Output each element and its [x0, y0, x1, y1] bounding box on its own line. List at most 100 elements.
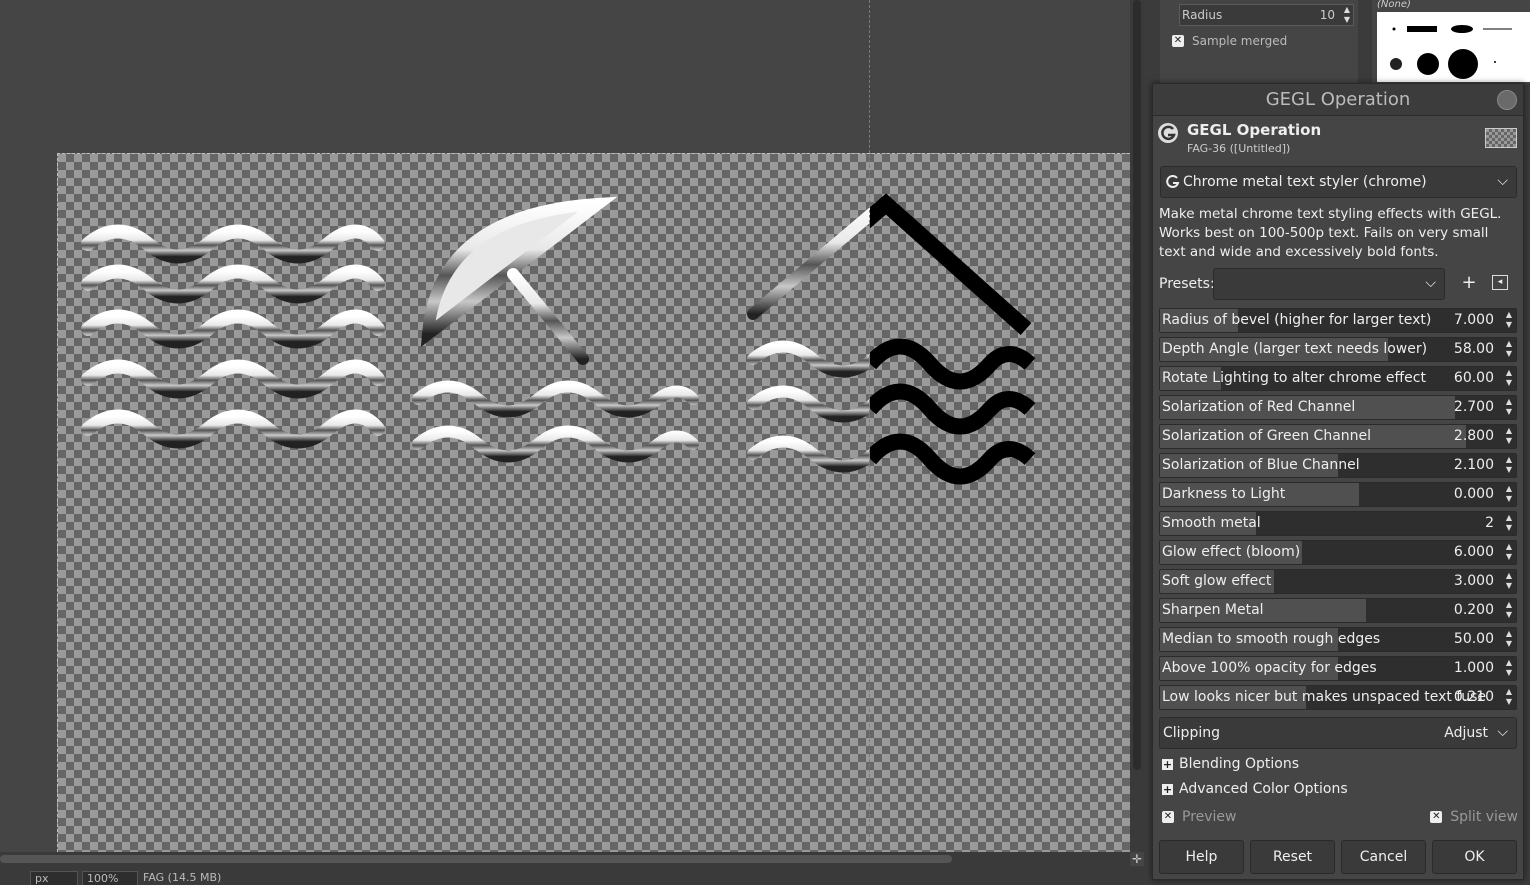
param-value[interactable]: 50.00	[1454, 631, 1494, 647]
param-label: Depth Angle (larger text needs lower)	[1162, 341, 1428, 357]
param-slider[interactable]: Glow effect (bloom) 6.000 ▲ ▼	[1159, 540, 1517, 565]
image-info: FAG (14.5 MB)	[143, 871, 222, 884]
reset-button[interactable]: Reset	[1250, 840, 1335, 874]
param-value[interactable]: 58.00	[1454, 341, 1494, 357]
radius-value[interactable]: 10	[1320, 8, 1335, 22]
param-slider[interactable]: Sharpen Metal 0.200 ▲ ▼	[1159, 598, 1517, 623]
param-slider[interactable]: Solarization of Green Channel 2.800 ▲ ▼	[1159, 424, 1517, 449]
ok-button[interactable]: OK	[1432, 840, 1517, 874]
param-slider[interactable]: Soft glow effect 3.000 ▲ ▼	[1159, 569, 1517, 594]
param-slider[interactable]: Smooth metal 2 ▲ ▼	[1159, 511, 1517, 536]
vertical-scroll-thumb[interactable]	[1133, 0, 1141, 770]
param-value[interactable]: 1.000	[1454, 660, 1494, 676]
param-label: Glow effect (bloom)	[1162, 544, 1301, 560]
brush-block[interactable]	[1407, 26, 1437, 32]
param-slider[interactable]: Radius of bevel (higher for larger text)…	[1159, 308, 1517, 333]
param-slider[interactable]: Above 100% opacity for edges 1.000 ▲ ▼	[1159, 656, 1517, 681]
param-value[interactable]: 2.800	[1454, 428, 1494, 444]
param-value[interactable]: 2	[1485, 515, 1494, 531]
operation-description: Make metal chrome text styling effects w…	[1159, 206, 1502, 260]
spin-arrows-icon[interactable]: ▲ ▼	[1506, 687, 1512, 707]
expand-plus-icon[interactable]: +	[1162, 758, 1173, 770]
param-slider[interactable]: Solarization of Blue Channel 2.100 ▲ ▼	[1159, 453, 1517, 478]
param-slider[interactable]: Low looks nicer but makes unspaced text …	[1159, 685, 1517, 710]
add-preset-icon[interactable]: +	[1459, 273, 1479, 293]
param-value[interactable]: 3.000	[1454, 573, 1494, 589]
param-value[interactable]: 2.700	[1454, 399, 1494, 415]
operation-dropdown[interactable]: Chrome metal text styler (chrome) ⌵	[1160, 166, 1517, 198]
spin-arrows-icon[interactable]: ▲ ▼	[1506, 426, 1512, 446]
cancel-button[interactable]: Cancel	[1341, 840, 1426, 874]
spin-arrows-icon[interactable]: ▲ ▼	[1506, 542, 1512, 562]
clipping-dropdown[interactable]: Clipping Adjust ⌵	[1159, 717, 1517, 749]
param-label: Radius of bevel (higher for larger text)	[1162, 312, 1432, 328]
param-slider[interactable]: Solarization of Red Channel 2.700 ▲ ▼	[1159, 395, 1517, 420]
blending-options-expander[interactable]: + Blending Options	[1162, 756, 1299, 772]
brush-circle-medium[interactable]	[1417, 53, 1439, 75]
spin-arrows-icon[interactable]: ▲ ▼	[1506, 310, 1512, 330]
param-label: Solarization of Blue Channel	[1162, 457, 1360, 473]
preview-checkbox[interactable]: ✕ Preview	[1162, 809, 1237, 825]
brush-ellipse[interactable]	[1451, 25, 1473, 33]
param-label: Solarization of Green Channel	[1162, 428, 1372, 444]
brush-circle-large[interactable]	[1448, 49, 1478, 79]
vertical-scrollbar[interactable]	[1130, 0, 1144, 852]
param-label: Median to smooth rough edges	[1162, 631, 1381, 647]
radius-spinbox[interactable]: Radius 10 ▲ ▼	[1179, 4, 1354, 26]
operation-dropdown-value: Chrome metal text styler (chrome)	[1183, 174, 1427, 190]
spin-arrows-icon[interactable]: ▲ ▼	[1506, 397, 1512, 417]
radius-label: Radius	[1182, 8, 1223, 22]
spin-arrows-icon[interactable]: ▲ ▼	[1506, 629, 1512, 649]
dialog-buttons: Help Reset Cancel OK	[1159, 840, 1517, 874]
dialog-titlebar[interactable]: GEGL Operation	[1153, 84, 1523, 116]
brush-grid[interactable]	[1377, 12, 1530, 82]
zoom-selector[interactable]: 100%	[82, 871, 138, 885]
navigate-icon[interactable]: ✛	[1130, 852, 1144, 866]
param-value[interactable]: 0.210	[1454, 689, 1494, 705]
param-slider[interactable]: Rotate Lighting to alter chrome effect 60…	[1159, 366, 1517, 391]
manage-presets-icon[interactable]: ◂	[1492, 275, 1508, 290]
spin-arrows-icon[interactable]: ▲ ▼	[1344, 5, 1350, 25]
spin-arrows-icon[interactable]: ▲ ▼	[1506, 484, 1512, 504]
unit-selector[interactable]: px	[30, 871, 78, 885]
image-thumbnail	[1485, 128, 1517, 148]
brush-pixel[interactable]	[1392, 27, 1396, 31]
spin-arrows-icon[interactable]: ▲ ▼	[1506, 455, 1512, 475]
param-slider[interactable]: Darkness to Light 0.000 ▲ ▼	[1159, 482, 1517, 507]
chrome-waves-icon	[81, 224, 385, 449]
presets-dropdown[interactable]: ⌵	[1213, 268, 1445, 300]
image-workspace[interactable]	[0, 0, 1130, 852]
brush-circle-small[interactable]	[1390, 58, 1402, 70]
advanced-color-options-expander[interactable]: + Advanced Color Options	[1162, 781, 1348, 797]
param-label: Low looks nicer but makes unspaced text …	[1162, 689, 1486, 705]
spin-arrows-icon[interactable]: ▲ ▼	[1506, 658, 1512, 678]
param-value[interactable]: 6.000	[1454, 544, 1494, 560]
checkbox-checked-icon[interactable]: ✕	[1162, 811, 1174, 823]
brush-dot[interactable]	[1494, 61, 1496, 63]
image-canvas[interactable]	[57, 153, 1130, 852]
param-value[interactable]: 0.000	[1454, 486, 1494, 502]
spin-arrows-icon[interactable]: ▲ ▼	[1506, 368, 1512, 388]
param-value[interactable]: 7.000	[1454, 312, 1494, 328]
help-button[interactable]: Help	[1159, 840, 1244, 874]
close-button[interactable]	[1497, 90, 1517, 110]
chevron-down-icon: ⌵	[1497, 173, 1508, 189]
chevron-down-icon: ⌵	[1497, 724, 1508, 740]
horizontal-scrollbar[interactable]	[0, 852, 1130, 866]
sample-merged-checkbox[interactable]: ✕ Sample merged	[1172, 34, 1287, 48]
spin-arrows-icon[interactable]: ▲ ▼	[1506, 600, 1512, 620]
expand-plus-icon[interactable]: +	[1162, 783, 1173, 795]
spin-arrows-icon[interactable]: ▲ ▼	[1506, 513, 1512, 533]
checkbox-checked-icon[interactable]: ✕	[1430, 811, 1443, 823]
checkbox-checked-icon[interactable]: ✕	[1172, 35, 1184, 47]
spin-arrows-icon[interactable]: ▲ ▼	[1506, 571, 1512, 591]
param-slider[interactable]: Depth Angle (larger text needs lower) 58.…	[1159, 337, 1517, 362]
param-slider[interactable]: Median to smooth rough edges 50.00 ▲ ▼	[1159, 627, 1517, 652]
spin-arrows-icon[interactable]: ▲ ▼	[1506, 339, 1512, 359]
horizontal-scroll-thumb[interactable]	[0, 855, 952, 863]
dialog-window-title: GEGL Operation	[1265, 89, 1411, 110]
param-value[interactable]: 2.100	[1454, 457, 1494, 473]
split-view-checkbox[interactable]: ✕ Split view	[1430, 809, 1518, 825]
param-value[interactable]: 0.200	[1454, 602, 1494, 618]
param-value[interactable]: 60.00	[1454, 370, 1494, 386]
